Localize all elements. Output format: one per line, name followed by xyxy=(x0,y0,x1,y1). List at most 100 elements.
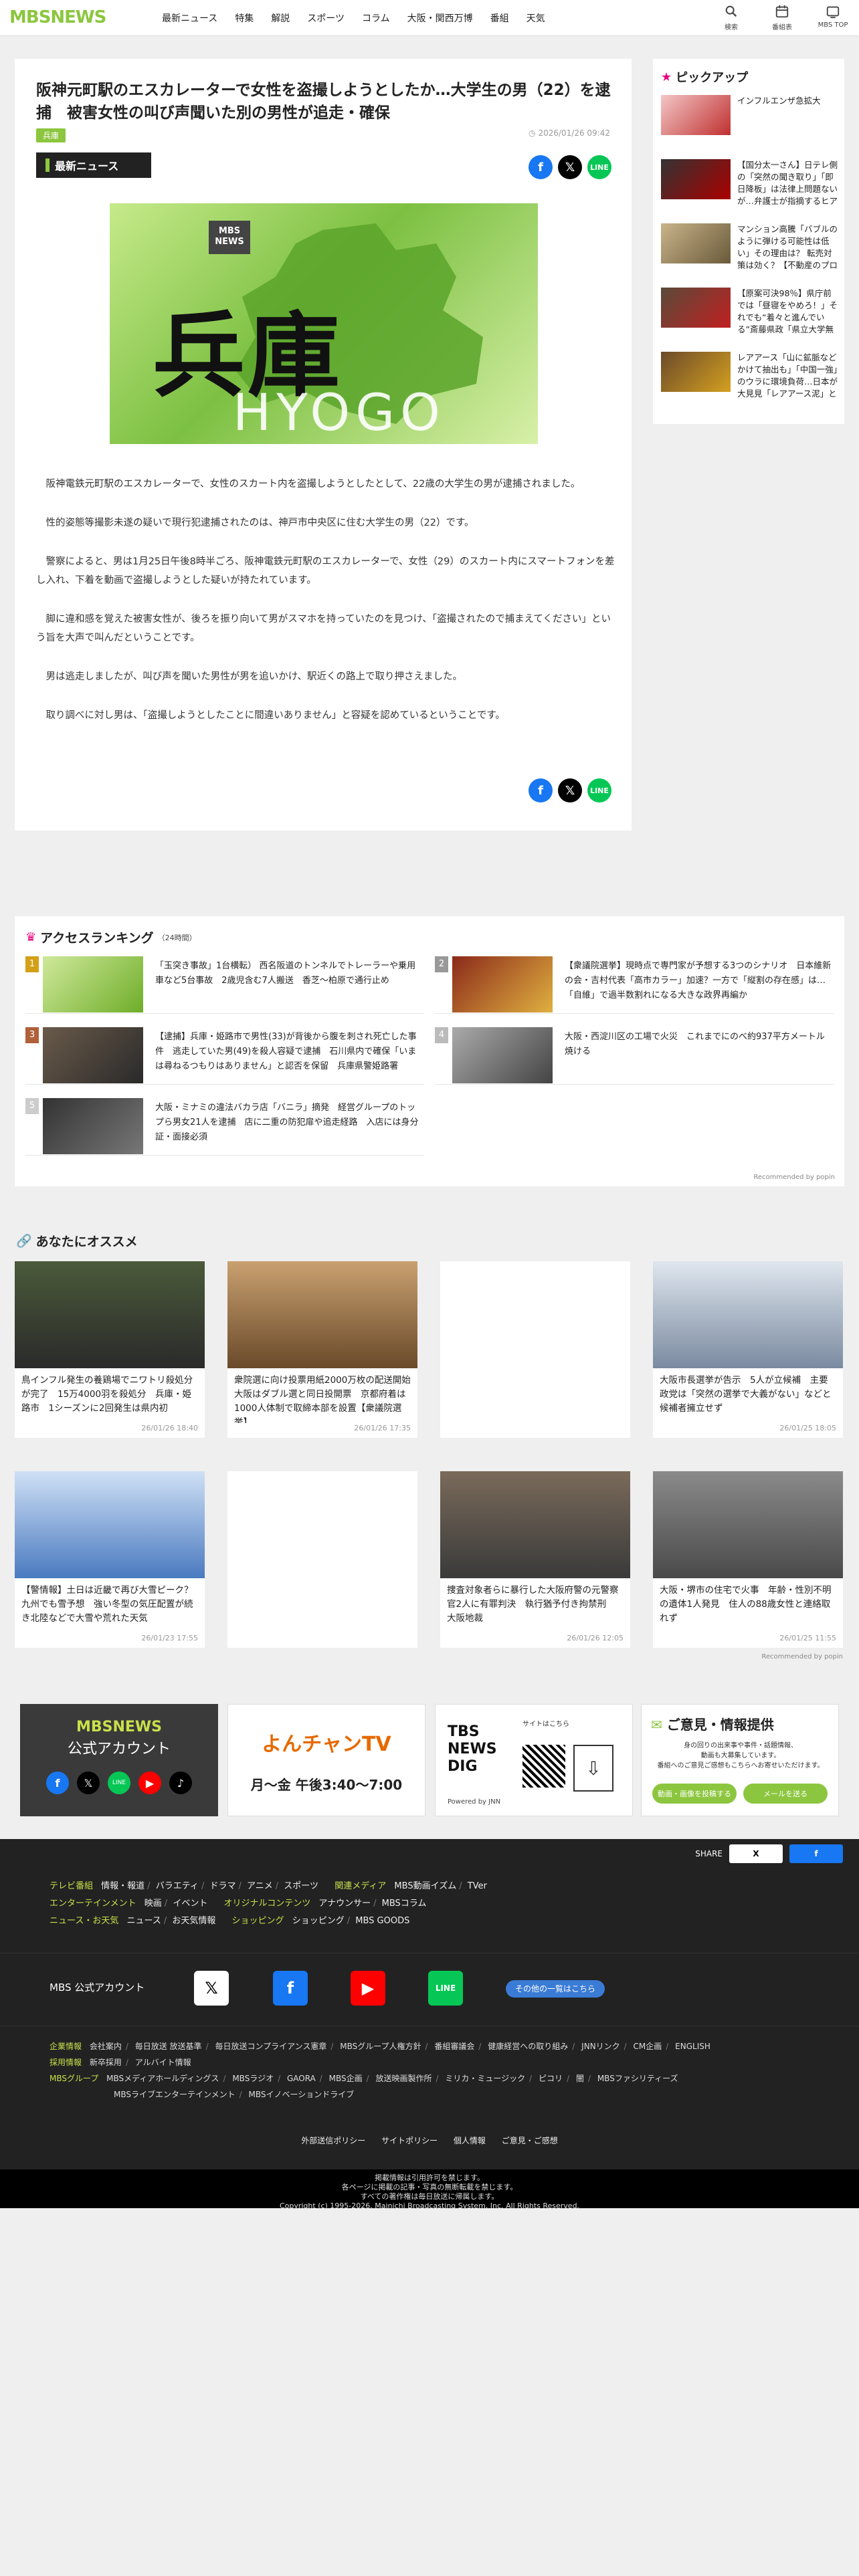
footer-link[interactable]: 毎日放送 放送基準 xyxy=(135,2042,202,2051)
x-share-icon[interactable]: 𝕏 xyxy=(558,778,582,802)
footer-link[interactable]: MBS GOODS xyxy=(355,1916,409,1926)
footer-link[interactable]: ENGLISH xyxy=(675,2042,710,2051)
nav-analysis[interactable]: 解説 xyxy=(271,11,290,25)
footer-link[interactable]: 新卒採用 xyxy=(90,2058,122,2067)
other-accounts-link[interactable]: その他の一覧はこちら xyxy=(506,1980,605,1998)
footer-link[interactable]: スポーツ xyxy=(284,1881,318,1891)
pickup-item[interactable]: 【原案可決98％】県庁前では「昼寝をやめろ！」それでも“着々と進んでいる”斎藤県… xyxy=(661,288,838,346)
footer-link[interactable]: MBSメディアホールディングス xyxy=(106,2074,219,2083)
footer-link[interactable]: 放送映画製作所 xyxy=(376,2074,432,2083)
recruit-label[interactable]: 採用情報 xyxy=(50,2058,82,2067)
banner-tbs-note: サイトはこちら xyxy=(522,1721,569,1728)
footer-link[interactable]: 番組審議会 xyxy=(434,2042,474,2051)
footer-link[interactable]: MBSラジオ xyxy=(232,2074,274,2083)
nav-sports[interactable]: スポーツ xyxy=(307,11,345,25)
footer-link[interactable]: ご意見・ご感想 xyxy=(502,2136,558,2145)
recommend-card[interactable]: 鳥インフル発生の養鶏場でニワトリ殺処分が完了 15万4000羽を殺処分 兵庫・姫… xyxy=(15,1261,205,1438)
nav-features[interactable]: 特集 xyxy=(235,11,254,25)
facebook-share-icon[interactable]: f xyxy=(529,155,553,179)
footer-link[interactable]: イベント xyxy=(173,1899,207,1909)
nav-expo[interactable]: 大阪・関西万博 xyxy=(407,11,473,25)
footer-link[interactable]: TVer xyxy=(468,1881,487,1891)
youtube-account-icon[interactable]: ▶ xyxy=(351,1971,385,2006)
schedule-button[interactable]: 番組表 xyxy=(767,3,797,31)
footer-link[interactable]: MBSグループ人権方針 xyxy=(340,2042,421,2051)
opinion-banner[interactable]: ✉ ご意見・情報提供 身の回りの出来事や事件・話題情報、 動画も大募集しています… xyxy=(641,1704,839,1816)
footer-link[interactable]: 闇 xyxy=(576,2074,584,2083)
footer-link[interactable]: MBSライブエンターテインメント xyxy=(114,2090,235,2099)
site-logo[interactable]: MBSNEWS xyxy=(9,7,106,27)
footer-cat-original[interactable]: オリジナルコンテンツ xyxy=(223,1899,310,1909)
line-share-icon[interactable]: LINE xyxy=(587,155,611,179)
footer-link[interactable]: 会社案内 xyxy=(90,2042,122,2051)
line-account-icon[interactable]: LINE xyxy=(428,1971,463,2006)
yonchan-tv-banner[interactable]: よんチャンTV 月～金 午後3:40～7:00 xyxy=(227,1704,425,1816)
nav-programs[interactable]: 番組 xyxy=(490,11,509,25)
ranking-item[interactable]: 4 大阪・西淀川区の工場で火災 これまでにのべ約937平方メートル焼ける xyxy=(435,1027,834,1085)
footer-link[interactable]: 情報・報道 xyxy=(101,1881,145,1891)
footer-facebook-share-icon[interactable]: f xyxy=(789,1844,843,1863)
pickup-item[interactable]: マンション高騰「バブルのように弾ける可能性は低い」その理由は？ 転売対策は効く？… xyxy=(661,223,838,282)
footer-cat-tv[interactable]: テレビ番組 xyxy=(50,1881,93,1891)
upload-video-button[interactable]: 動画・画像を投稿する xyxy=(652,1784,737,1804)
send-mail-button[interactable]: メールを送る xyxy=(743,1784,828,1804)
corp-info-label[interactable]: 企業情報 xyxy=(50,2042,82,2051)
nav-weather[interactable]: 天気 xyxy=(527,11,545,25)
region-tag[interactable]: 兵庫 xyxy=(36,128,66,142)
nav-latest-news[interactable]: 最新ニュース xyxy=(162,11,217,25)
recommend-card[interactable]: 衆院選に向け投票用紙2000万枚の配送開始 大阪はダブル選と同日投開票 京都府着… xyxy=(227,1261,417,1438)
footer-link[interactable]: 毎日放送コンプライアンス憲章 xyxy=(215,2042,326,2051)
popin-credit[interactable]: Recommended by popin xyxy=(753,1174,835,1181)
recommend-card[interactable]: 大阪・堺市の住宅で火事 年齢・性別不明の遺体1人発見 住人の88歳女性と連絡取れ… xyxy=(653,1471,843,1648)
footer-link[interactable]: サイトポリシー xyxy=(381,2136,438,2145)
footer-link[interactable]: ドラマ xyxy=(209,1881,235,1891)
footer-link[interactable]: アルバイト情報 xyxy=(135,2058,191,2067)
footer-cat-media[interactable]: 関連メディア xyxy=(335,1881,386,1891)
footer-link[interactable]: JNNリンク xyxy=(581,2042,620,2051)
ranking-item[interactable]: 5 大阪・ミナミの違法バカラ店「バニラ」摘発 経営グループのトップら男女21人を… xyxy=(25,1098,424,1156)
line-share-icon[interactable]: LINE xyxy=(587,778,611,802)
footer-link[interactable]: GAORA xyxy=(287,2074,316,2083)
group-label[interactable]: MBSグループ xyxy=(50,2074,98,2083)
footer-link[interactable]: ニュース xyxy=(127,1916,161,1926)
footer-link[interactable]: 映画 xyxy=(145,1899,162,1909)
facebook-account-icon[interactable]: f xyxy=(273,1971,308,2006)
official-account-banner[interactable]: MBSNEWS 公式アカウント f 𝕏 LINE ▶ ♪ xyxy=(20,1704,218,1816)
footer-link[interactable]: ショッピング xyxy=(292,1916,345,1926)
footer-link[interactable]: 個人情報 xyxy=(454,2136,486,2145)
footer-link[interactable]: お天気情報 xyxy=(172,1916,215,1926)
footer-cat-shopping[interactable]: ショッピング xyxy=(232,1916,284,1926)
footer-link[interactable]: 健康経営への取り組み xyxy=(488,2042,568,2051)
footer-link[interactable]: ミリカ・ミュージック xyxy=(445,2074,525,2083)
ranking-item[interactable]: 3 【逮捕】兵庫・姫路市で男性(33)が背後から腹を刺され死亡した事件 逃走して… xyxy=(25,1027,424,1085)
tbs-news-dig-banner[interactable]: TBS NEWS DIG Powered by JNN サイトはこちら ⇩ xyxy=(435,1704,633,1816)
footer-cat-news[interactable]: ニュース・お天気 xyxy=(50,1916,118,1926)
footer-link[interactable]: MBS動画イズム xyxy=(394,1881,456,1891)
recommend-card[interactable]: 【警情報】土日は近畿で再び大雪ピーク？九州でも雪予想 強い冬型の気圧配置が続き北… xyxy=(15,1471,205,1648)
footer-link[interactable]: アニメ xyxy=(247,1881,273,1891)
x-account-icon[interactable]: 𝕏 xyxy=(194,1971,229,2006)
search-button[interactable]: 検索 xyxy=(716,3,747,31)
footer-x-share-icon[interactable]: X xyxy=(729,1844,783,1863)
footer-cat-entertainment[interactable]: エンターテインメント xyxy=(50,1899,136,1909)
footer-link[interactable]: CM企画 xyxy=(634,2042,662,2051)
footer-link[interactable]: MBSコラム xyxy=(382,1899,427,1909)
ranking-item[interactable]: 1 「玉突き事故」1台横転） 西名阪道のトンネルでトレーラーや乗用車など5台事故… xyxy=(25,956,424,1014)
nav-column[interactable]: コラム xyxy=(362,11,390,25)
x-share-icon[interactable]: 𝕏 xyxy=(558,155,582,179)
footer-link[interactable]: バラエティ xyxy=(156,1881,199,1891)
footer-link[interactable]: アナウンサー xyxy=(318,1899,371,1909)
recommend-card[interactable]: 捜査対象者らに暴行した大阪府警の元警察官2人に有罪判決 執行猶予付き拘禁刑 大阪… xyxy=(440,1471,630,1648)
mbs-top-button[interactable]: MBS TOP xyxy=(818,3,848,31)
pickup-item[interactable]: レアアース「山に鉱脈などかけて抽出も」「中国一強」のウラに環境負荷…日本が大見見… xyxy=(661,352,838,411)
ranking-item[interactable]: 2 【衆議院選挙】現時点で専門家が予想する3つのシナリオ 日本維新の会・吉村代表… xyxy=(435,956,834,1014)
pickup-item[interactable]: インフルエンザ急拡大 xyxy=(661,95,838,154)
footer-link[interactable]: 外部送信ポリシー xyxy=(301,2136,365,2145)
footer-link[interactable]: MBSイノベーションドライブ xyxy=(249,2090,355,2099)
facebook-share-icon[interactable]: f xyxy=(529,778,553,802)
footer-link[interactable]: ピコリ xyxy=(539,2074,563,2083)
footer-link[interactable]: MBS企画 xyxy=(329,2074,363,2083)
recommend-card[interactable]: 大阪市長選挙が告示 5人が立候補 主要政党は「突然の選挙で大義がない」などと候補… xyxy=(653,1261,843,1438)
footer-link[interactable]: MBSファシリティーズ xyxy=(597,2074,678,2083)
pickup-item[interactable]: 【国分太一さん】日テレ側の「突然の聞き取り」「即日降板」は法律上問題ないが…弁護… xyxy=(661,159,838,218)
